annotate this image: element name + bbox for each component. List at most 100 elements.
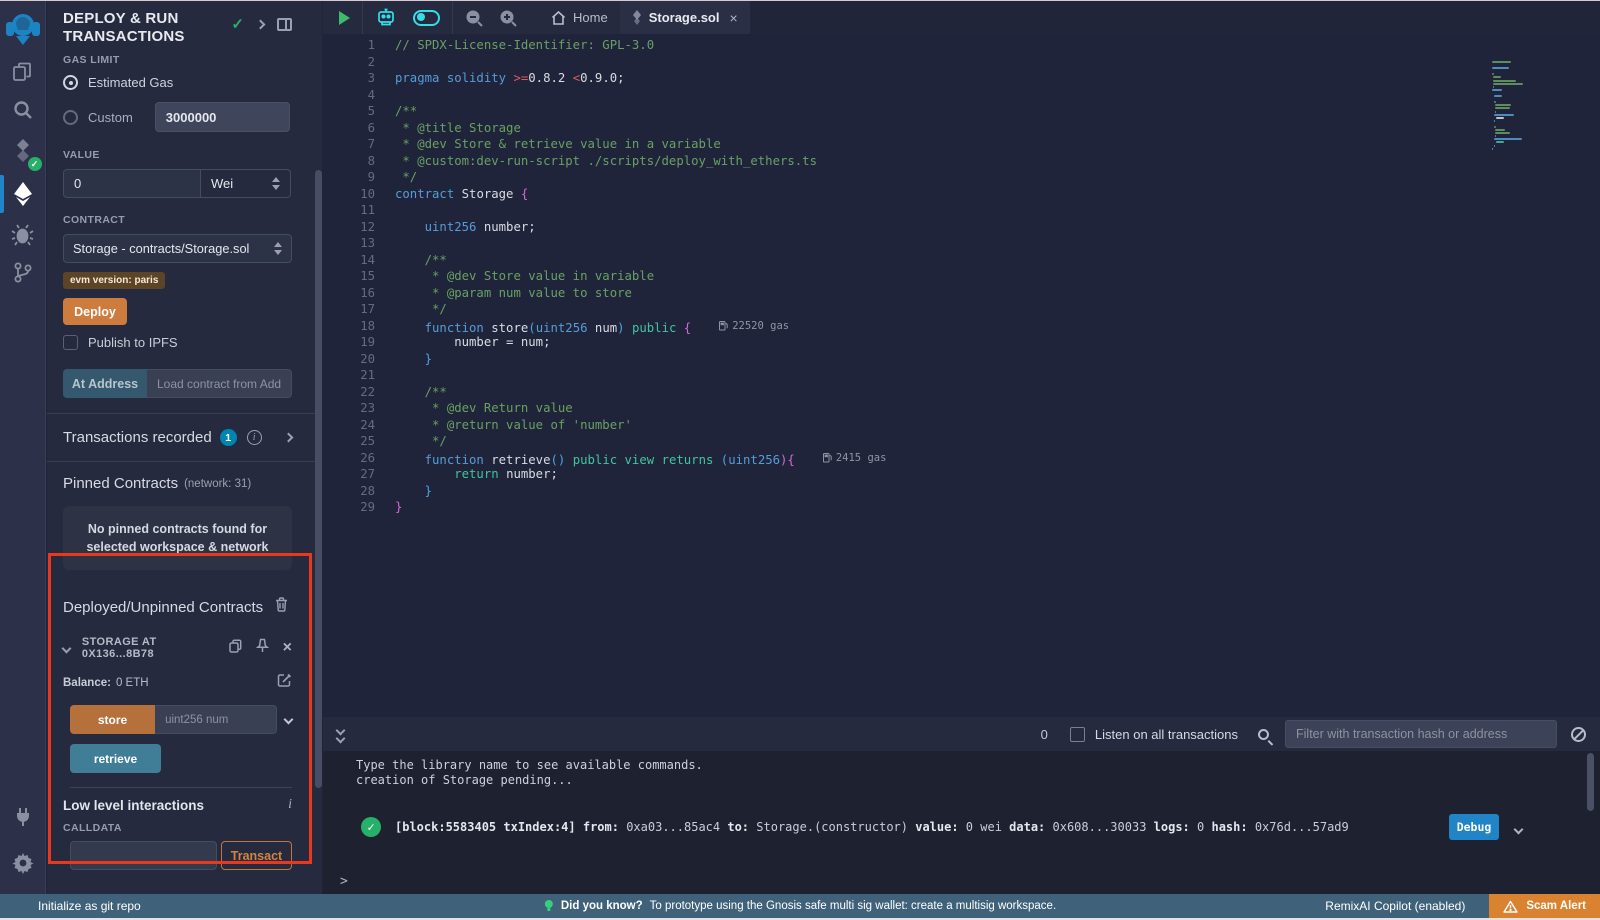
transaction-row[interactable]: ✓ [block:5583405 txIndex:4] from: 0xa03.… bbox=[323, 814, 1600, 840]
deploy-button[interactable]: Deploy bbox=[63, 298, 127, 325]
tx-success-icon: ✓ bbox=[361, 817, 381, 837]
at-address-button[interactable]: At Address bbox=[63, 369, 147, 398]
contract-instance-header[interactable]: STORAGE AT 0X136...8B78 × bbox=[63, 636, 292, 660]
code-editor[interactable]: 1// SPDX-License-Identifier: GPL-3.023pr… bbox=[323, 34, 1600, 717]
debugger-icon[interactable] bbox=[0, 215, 46, 253]
edit-balance-icon[interactable] bbox=[277, 673, 292, 693]
line-number: 25 bbox=[323, 433, 375, 450]
estimated-gas-radio[interactable] bbox=[63, 75, 78, 90]
publish-ipfs-label: Publish to IPFS bbox=[88, 335, 178, 350]
pin-instance-icon[interactable] bbox=[256, 638, 269, 658]
instance-collapse-icon[interactable] bbox=[62, 643, 72, 653]
copilot-toggle[interactable] bbox=[405, 1, 448, 34]
publish-ipfs-checkbox[interactable] bbox=[63, 335, 78, 350]
clear-console-icon[interactable] bbox=[1571, 727, 1586, 742]
deployed-contracts-title: Deployed/Unpinned Contracts bbox=[63, 599, 263, 616]
scam-alert-button[interactable]: Scam Alert bbox=[1489, 894, 1600, 918]
solidity-compiler-icon[interactable]: ✓ bbox=[0, 129, 46, 173]
terminal-scrollbar[interactable] bbox=[1587, 753, 1594, 811]
warning-icon bbox=[1503, 900, 1518, 913]
code-line: 9 */ bbox=[323, 169, 1600, 186]
status-bar: Initialize as git repo Did you know? To … bbox=[0, 894, 1600, 918]
custom-gas-radio[interactable] bbox=[63, 110, 78, 125]
at-address-input[interactable] bbox=[147, 369, 292, 398]
code-line: 24 * @return value of 'number' bbox=[323, 417, 1600, 434]
search-icon[interactable] bbox=[0, 91, 46, 129]
value-unit-select[interactable]: Wei bbox=[201, 169, 291, 198]
remix-logo-icon[interactable] bbox=[0, 7, 46, 53]
zoom-in-button[interactable] bbox=[491, 1, 525, 34]
code-line: 13 bbox=[323, 235, 1600, 252]
estimated-gas-option[interactable]: Estimated Gas bbox=[63, 75, 292, 90]
publish-ipfs-option[interactable]: Publish to IPFS bbox=[63, 335, 292, 350]
estimated-gas-label: Estimated Gas bbox=[88, 75, 173, 90]
git-init-button[interactable]: Initialize as git repo bbox=[38, 899, 141, 913]
play-icon bbox=[339, 11, 350, 25]
settings-gear-icon[interactable] bbox=[0, 844, 46, 882]
retrieve-function-button[interactable]: retrieve bbox=[70, 744, 161, 773]
line-number: 24 bbox=[323, 417, 375, 434]
plugin-manager-icon[interactable] bbox=[0, 798, 46, 836]
value-input[interactable] bbox=[63, 169, 201, 198]
contract-select[interactable]: Storage - contracts/Storage.sol bbox=[63, 234, 292, 263]
code-line: 1// SPDX-License-Identifier: GPL-3.0 bbox=[323, 37, 1600, 54]
panel-scrollbar[interactable] bbox=[315, 170, 322, 788]
home-icon bbox=[551, 11, 566, 25]
listen-all-checkbox[interactable] bbox=[1070, 727, 1085, 742]
calldata-input[interactable] bbox=[70, 841, 217, 870]
line-number: 20 bbox=[323, 351, 375, 368]
terminal-output[interactable]: Type the library name to see available c… bbox=[323, 751, 1600, 895]
editor-tabbar: Home Storage.sol × bbox=[323, 1, 1600, 34]
store-expand-icon[interactable] bbox=[284, 715, 294, 725]
copilot-status[interactable]: RemixAI Copilot (enabled) bbox=[1325, 899, 1465, 913]
line-number: 22 bbox=[323, 384, 375, 401]
git-icon[interactable] bbox=[0, 253, 46, 291]
file-explorer-icon[interactable] bbox=[0, 53, 46, 91]
terminal-prompt[interactable]: > bbox=[340, 874, 348, 889]
store-arg-input[interactable] bbox=[155, 705, 277, 734]
tx-expand-icon[interactable] bbox=[1515, 818, 1522, 837]
custom-gas-option[interactable]: Custom bbox=[63, 102, 292, 132]
terminal-filter-input[interactable] bbox=[1285, 720, 1557, 748]
line-number: 11 bbox=[323, 202, 375, 219]
code-line: 11 bbox=[323, 202, 1600, 219]
run-script-button[interactable] bbox=[323, 1, 358, 34]
tx-summary: [block:5583405 txIndex:4] from: 0xa03...… bbox=[395, 820, 1449, 834]
pin-panel-icon[interactable] bbox=[277, 18, 292, 31]
copy-address-icon[interactable] bbox=[229, 639, 242, 658]
store-function-button[interactable]: store bbox=[70, 705, 155, 734]
panel-expand-icon[interactable] bbox=[256, 19, 266, 29]
code-line: 17 */ bbox=[323, 301, 1600, 318]
code-line: 4 bbox=[323, 87, 1600, 104]
remove-instance-icon[interactable]: × bbox=[283, 640, 292, 656]
terminal-header: 0 Listen on all transactions bbox=[323, 717, 1600, 751]
code-line: 16 * @param num value to store bbox=[323, 285, 1600, 302]
remix-ide-window: ✓ bbox=[0, 0, 1600, 920]
code-line: 8 * @custom:dev-run-script ./scripts/dep… bbox=[323, 153, 1600, 170]
pinned-contracts-title: Pinned Contracts bbox=[63, 475, 178, 492]
ai-copilot-button[interactable] bbox=[367, 1, 405, 34]
custom-gas-input[interactable] bbox=[155, 102, 290, 132]
solidity-file-icon bbox=[632, 10, 642, 25]
clear-instances-trash-icon[interactable] bbox=[275, 597, 288, 617]
gas-limit-label: GAS LIMIT bbox=[63, 54, 292, 66]
transactions-info-icon[interactable]: i bbox=[247, 430, 262, 445]
low-level-info-icon[interactable]: i bbox=[288, 797, 292, 813]
zoom-out-button[interactable] bbox=[457, 1, 491, 34]
unit-stepper-icon[interactable] bbox=[272, 177, 280, 190]
close-tab-icon[interactable]: × bbox=[729, 10, 737, 26]
editor-minimap[interactable] bbox=[1492, 61, 1584, 151]
zoom-out-icon bbox=[465, 9, 483, 27]
transactions-expand-icon[interactable] bbox=[284, 433, 294, 443]
tab-home[interactable]: Home bbox=[539, 1, 620, 34]
editor-area: Home Storage.sol × 1// SPDX-License-Iden… bbox=[323, 1, 1600, 894]
line-number: 27 bbox=[323, 466, 375, 483]
tab-storage-sol[interactable]: Storage.sol × bbox=[620, 1, 750, 34]
line-number: 13 bbox=[323, 235, 375, 252]
divider bbox=[70, 787, 292, 788]
transact-button[interactable]: Transact bbox=[221, 841, 292, 870]
debug-button[interactable]: Debug bbox=[1449, 814, 1499, 840]
line-number: 8 bbox=[323, 153, 375, 170]
terminal-collapse-icon[interactable] bbox=[337, 727, 344, 742]
deploy-run-icon[interactable] bbox=[0, 173, 46, 215]
